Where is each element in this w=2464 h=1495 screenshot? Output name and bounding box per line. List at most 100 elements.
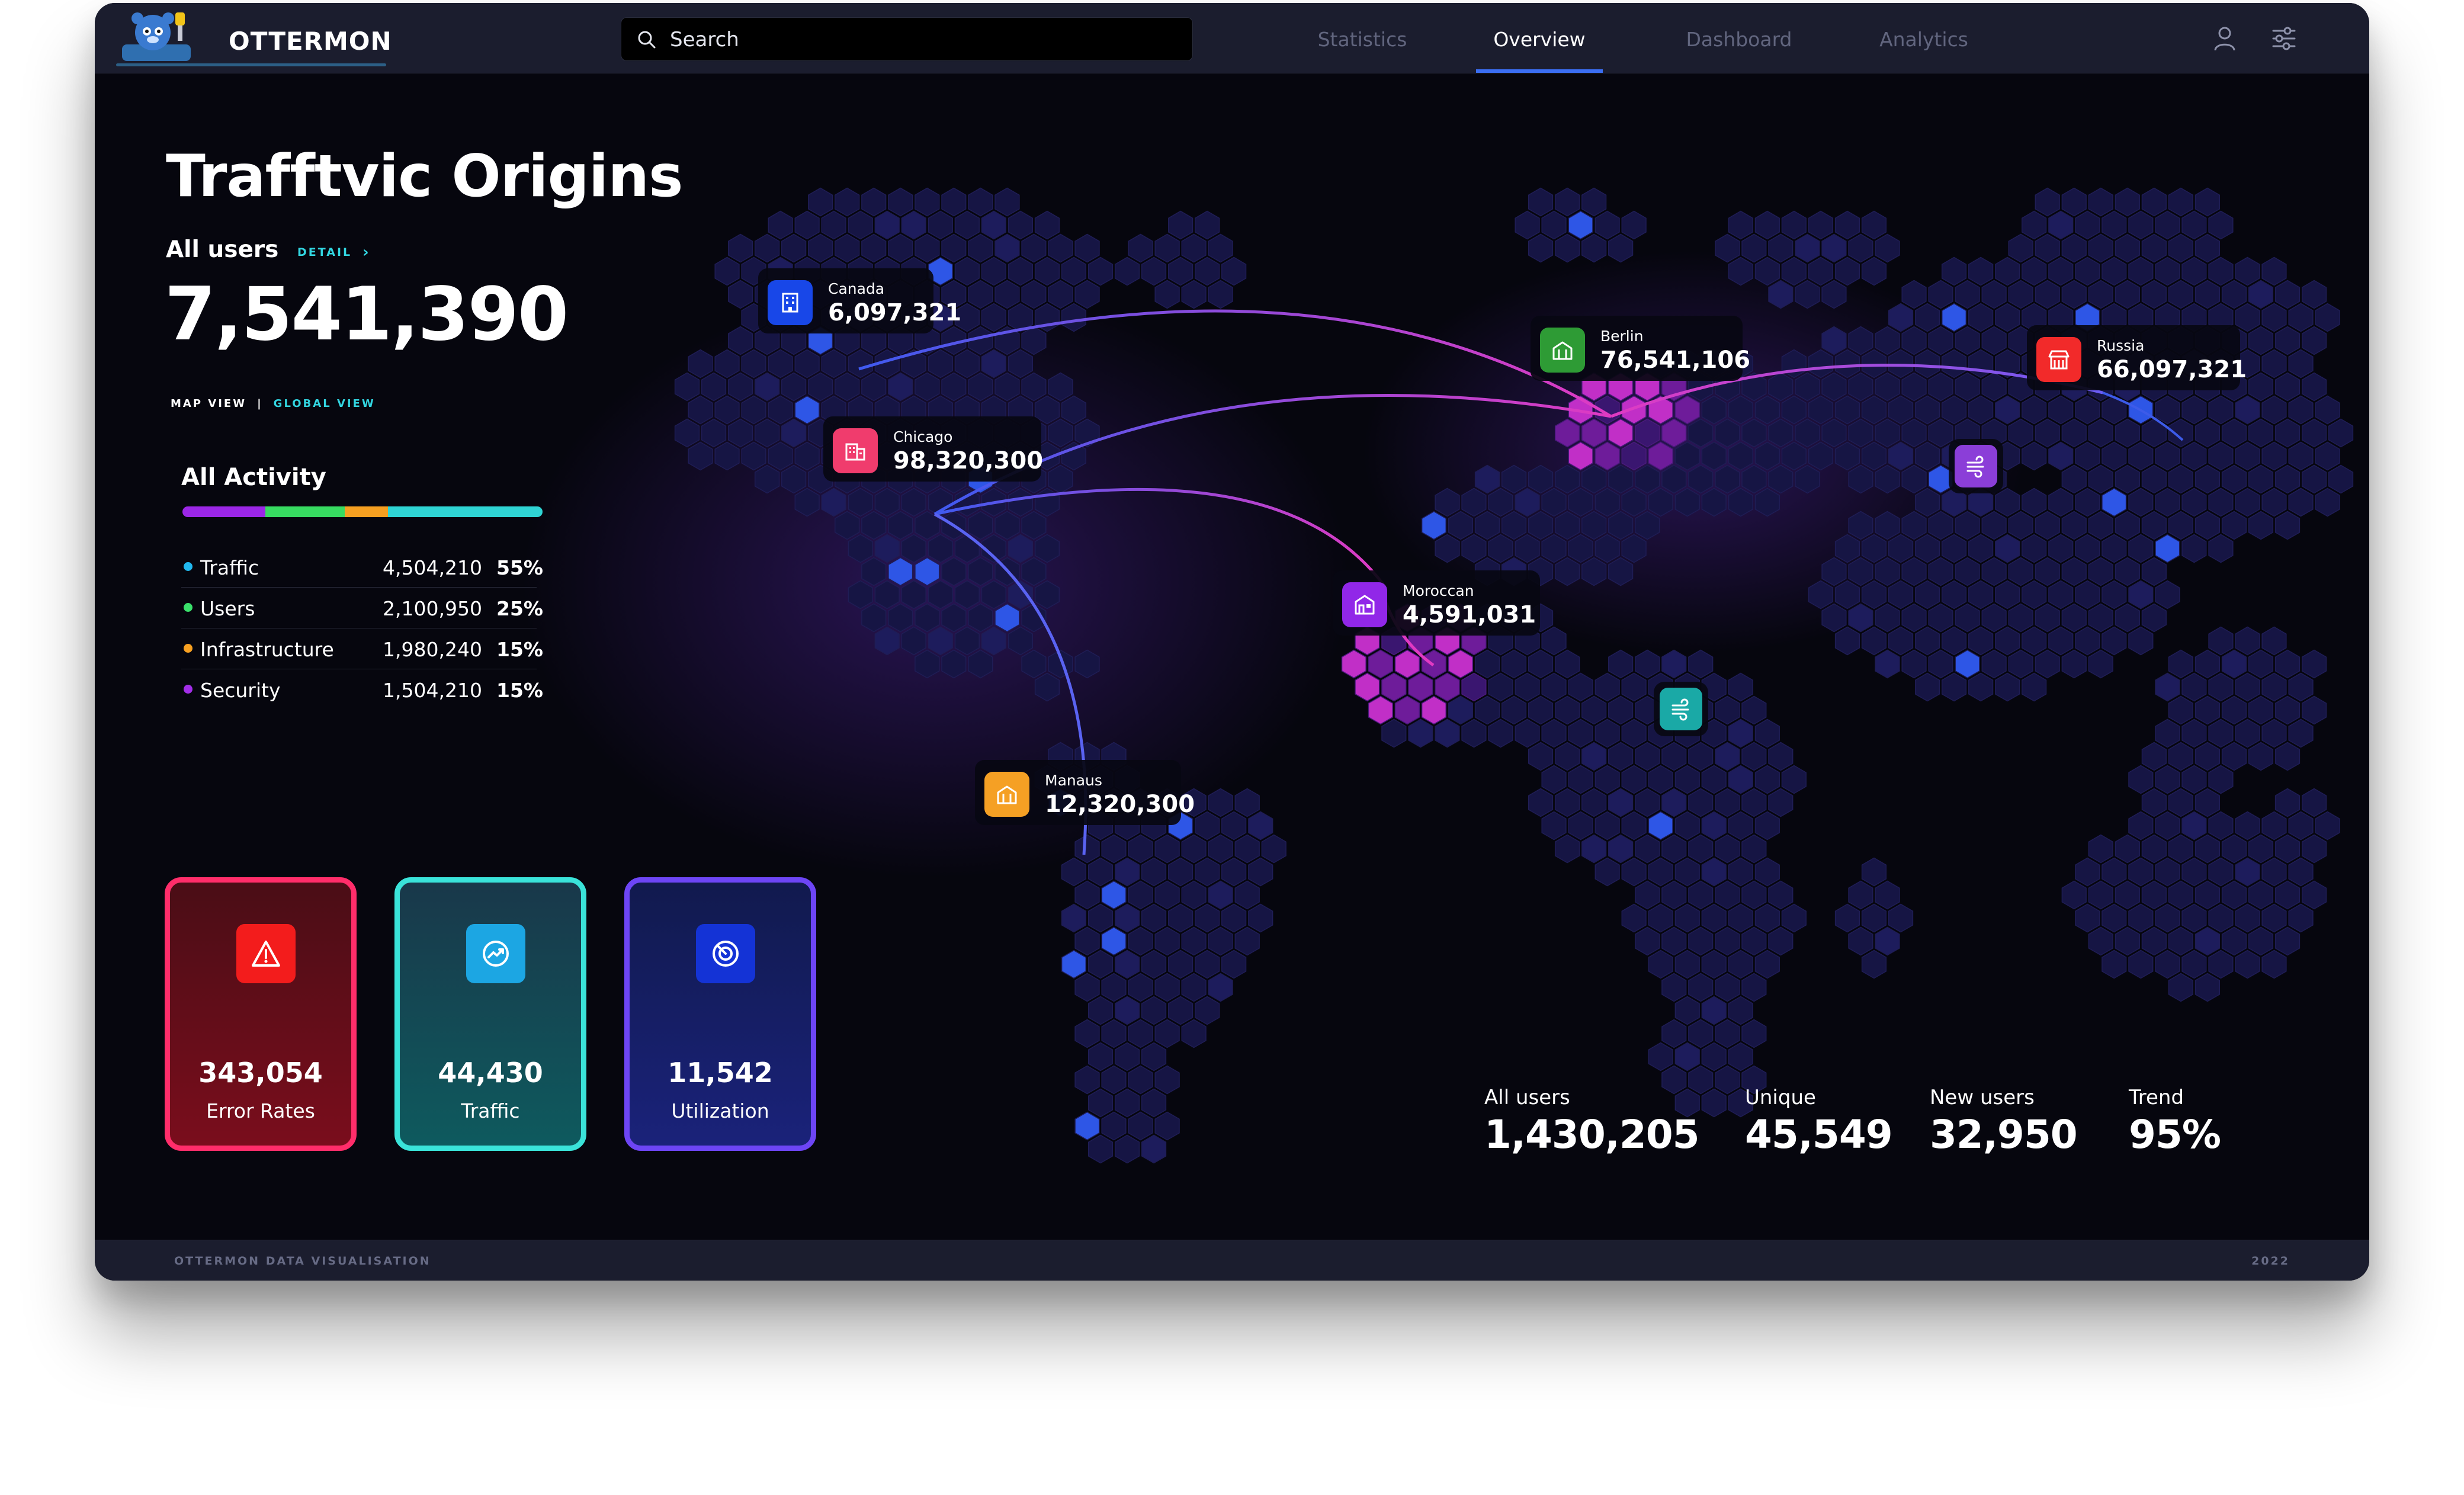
activity-row-users[interactable]: Users 2,100,950 25% [181, 588, 543, 628]
map-hex-cell [2235, 857, 2260, 887]
map-marker[interactable] [1949, 439, 2003, 493]
stat-all-users: All users 1,430,205 [1484, 1086, 1700, 1157]
map-hex-cell [1208, 280, 1233, 309]
activity-row-infrastructure[interactable]: Infrastructure 1,980,240 15% [181, 628, 543, 669]
map-hex-cell [2235, 395, 2260, 425]
map-hex-cell [2075, 395, 2100, 425]
map-hex-cell [808, 187, 833, 217]
map-hex-cell [968, 187, 993, 217]
map-hex-cell [2168, 418, 2193, 448]
user-icon[interactable] [2209, 23, 2240, 54]
map-hex-cell [1741, 1019, 1767, 1048]
global-view-toggle[interactable]: GLOBAL VIEW [274, 397, 376, 410]
map-hex-cell [2102, 857, 2127, 887]
map-hex-cell [1674, 765, 1700, 794]
map-hex-cell [1621, 718, 1647, 748]
map-hex-cell [888, 233, 913, 263]
sliders-icon[interactable] [2269, 23, 2299, 54]
map-hex-cell [2168, 187, 2193, 217]
location-callout-berlin[interactable]: Berlin 76,541,106 [1531, 316, 1750, 381]
map-hex-cell [2168, 926, 2193, 956]
footer-caption: OTTERMON DATA VISUALISATION [174, 1255, 431, 1268]
map-hex-cell [1995, 580, 2020, 609]
map-hex-cell [2141, 742, 2167, 771]
chevron-right-icon[interactable]: › [362, 243, 369, 261]
stat-value: 45,549 [1745, 1112, 1893, 1157]
activity-row-security[interactable]: Security 1,504,210 15% [181, 669, 543, 710]
tab-statistics[interactable]: Statistics [1303, 3, 1422, 73]
map-hex-cell [1515, 718, 1540, 748]
tab-overview[interactable]: Overview [1476, 3, 1603, 73]
map-hex-cell [808, 233, 833, 263]
map-view-toggle[interactable]: MAP VIEW [171, 397, 246, 410]
map-hex-cell [1048, 233, 1073, 263]
map-hex-cell [1995, 534, 2020, 563]
map-hex-cell [2181, 765, 2207, 794]
detail-link[interactable]: DETAIL [297, 246, 352, 259]
location-callout-chicago[interactable]: Chicago 98,320,300 [823, 416, 1043, 482]
map-hex-cell [2288, 903, 2314, 933]
map-hex-cell [1154, 880, 1180, 910]
map-hex-cell [1741, 742, 1767, 771]
map-hex-cell [1995, 626, 2020, 656]
map-hex-cell [1715, 973, 1740, 1002]
map-hex-cell [1074, 1111, 1100, 1141]
map-hex-cell [1981, 649, 2007, 679]
map-hex-cell [1635, 742, 1660, 771]
map-hex-cell [2248, 926, 2274, 956]
location-icon-box [1540, 328, 1585, 373]
map-hex-cell [2035, 557, 2060, 586]
kpi-label: Traffic [461, 1099, 520, 1122]
map-hex-cell [2274, 788, 2301, 817]
kpi-card-error-rates[interactable]: 343,054 Error Rates [165, 877, 357, 1151]
map-marker[interactable] [1654, 682, 1708, 736]
map-hex-cell [2301, 834, 2327, 864]
map-hex-cell [1368, 695, 1393, 725]
map-hex-cell [2274, 926, 2301, 956]
activity-row-traffic[interactable]: Traffic 4,504,210 55% [181, 547, 543, 588]
map-hex-cell [2141, 834, 2167, 864]
map-hex-cell [1368, 649, 1393, 679]
tab-dashboard[interactable]: Dashboard [1670, 3, 1808, 73]
map-hex-cell [1581, 187, 1607, 217]
map-hex-cell [1608, 695, 1634, 725]
map-hex-cell [2048, 256, 2074, 286]
map-hex-cell [1101, 1065, 1127, 1095]
kpi-card-utilization[interactable]: 11,542 Utilization [624, 877, 816, 1151]
map-hex-cell [2301, 649, 2327, 679]
map-hex-cell [1154, 1065, 1180, 1095]
map-hex-cell [1128, 1019, 1153, 1048]
map-hex-cell [2181, 210, 2207, 240]
map-hex-cell [2128, 857, 2154, 887]
map-hex-cell [1581, 834, 1607, 864]
map-hex-cell [2248, 464, 2274, 494]
search-box[interactable] [621, 17, 1193, 62]
map-hex-cell [1674, 811, 1700, 840]
location-callout-russia[interactable]: Russia 66,097,321 [2027, 325, 2247, 390]
map-hex-cell [1621, 811, 1647, 840]
location-callout-moroccan[interactable]: Moroccan 4,591,031 [1333, 570, 1540, 636]
map-hex-cell [2022, 210, 2047, 240]
map-hex-cell [1728, 857, 1753, 887]
map-hex-cell [1888, 626, 1914, 656]
map-hex-cell [1608, 834, 1634, 864]
search-input[interactable] [669, 18, 1180, 62]
kpi-card-traffic[interactable]: 44,430 Traffic [394, 877, 586, 1151]
map-hex-cell [1087, 996, 1114, 1025]
map-hex-cell [1754, 949, 1780, 979]
map-hex-cell [794, 210, 820, 240]
map-hex-cell [1234, 834, 1260, 864]
tab-analytics[interactable]: Analytics [1863, 3, 1984, 73]
location-callout-canada[interactable]: Canada 6,097,321 [758, 268, 961, 333]
map-hex-cell [2181, 256, 2207, 286]
map-hex-cell [1154, 834, 1180, 864]
map-hex-cell [1688, 834, 1714, 864]
map-hex-cell [1435, 672, 1460, 702]
map-hex-cell [2248, 511, 2274, 540]
location-callout-manaus[interactable]: Manaus 12,320,300 [975, 760, 1195, 825]
map-hex-cell [1528, 187, 1554, 217]
map-hex-cell [781, 233, 807, 263]
brand[interactable]: OTTERMON [116, 9, 460, 66]
map-hex-cell [1594, 718, 1620, 748]
legend-dot [184, 685, 192, 694]
